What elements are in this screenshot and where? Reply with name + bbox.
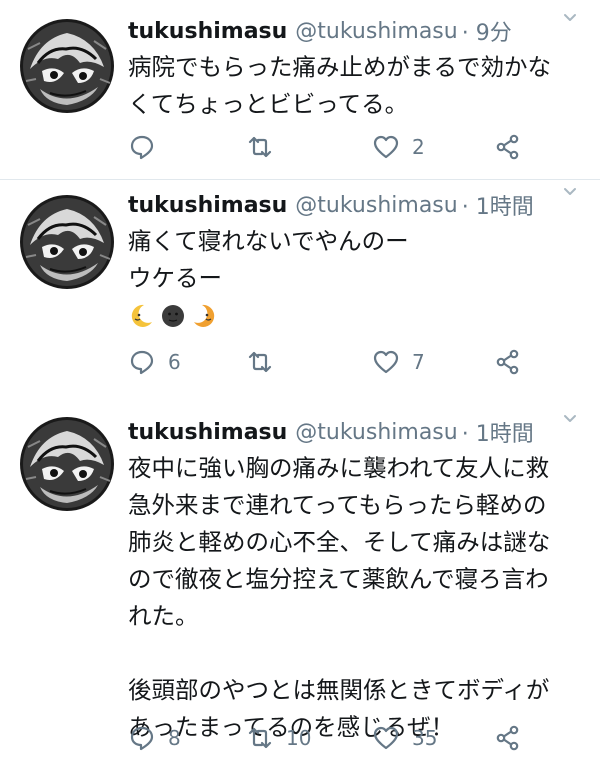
retweet-button[interactable]: 10 [246, 718, 311, 758]
heart-icon [372, 724, 400, 752]
like-button[interactable]: 2 [372, 127, 425, 167]
crescent-moon-face-icon [192, 303, 218, 329]
like-count: 7 [412, 350, 425, 374]
reply-count: 6 [168, 350, 181, 374]
avatar[interactable] [20, 417, 114, 511]
avatar[interactable] [20, 195, 114, 289]
retweet-button[interactable] [246, 342, 286, 382]
reply-icon [128, 133, 156, 161]
tweet-actions: 8 10 35 [128, 718, 548, 758]
username[interactable]: @tukushimasu [295, 19, 457, 44]
share-icon [494, 348, 522, 376]
emoji-row [128, 303, 218, 329]
chevron-down-icon[interactable] [562, 411, 578, 427]
new-moon-face-icon [160, 303, 186, 329]
reply-button[interactable]: 8 [128, 718, 181, 758]
share-icon [494, 133, 522, 161]
tweet-text: 病院でもらった痛み止めがまるで効かな くてちょっとビビってる。 [128, 53, 551, 118]
like-button[interactable]: 7 [372, 342, 425, 382]
tweet[interactable]: tukushimasu @tukushimasu · 9分 病院でもらった痛み止… [0, 0, 600, 179]
reply-icon [128, 348, 156, 376]
retweet-icon [246, 724, 274, 752]
display-name[interactable]: tukushimasu [128, 19, 287, 44]
tweet-text: 夜中に強い胸の痛みに襲われて友人に救 急外来まで連れてってもらったら軽めの 肺炎… [128, 454, 551, 741]
reply-count: 8 [168, 726, 181, 750]
heart-icon [372, 133, 400, 161]
tweet-actions: 6 7 [128, 342, 548, 382]
like-count: 2 [412, 135, 425, 159]
like-count: 35 [412, 726, 438, 750]
crescent-moon-face-icon [128, 303, 154, 329]
tweet[interactable]: tukushimasu @tukushimasu · 1時間 夜中に強い胸の痛み… [0, 394, 600, 770]
retweet-button[interactable] [246, 127, 286, 167]
share-button[interactable] [494, 127, 522, 167]
timestamp[interactable]: · 1時間 [462, 416, 534, 448]
reply-icon [128, 724, 156, 752]
share-button[interactable] [494, 718, 522, 758]
username[interactable]: @tukushimasu [295, 193, 457, 218]
tweet-header: tukushimasu @tukushimasu · 1時間 [128, 188, 578, 222]
timestamp[interactable]: · 9分 [462, 15, 512, 47]
tweet[interactable]: tukushimasu @tukushimasu · 1時間 痛くて寝れないでや… [0, 180, 600, 394]
tweet-header: tukushimasu @tukushimasu · 1時間 [128, 415, 578, 449]
avatar[interactable] [20, 19, 114, 113]
heart-icon [372, 348, 400, 376]
retweet-icon [246, 348, 274, 376]
share-icon [494, 724, 522, 752]
display-name[interactable]: tukushimasu [128, 193, 287, 218]
share-button[interactable] [494, 342, 522, 382]
retweet-icon [246, 133, 274, 161]
username[interactable]: @tukushimasu [295, 420, 457, 445]
tweet-actions: 2 [128, 127, 548, 167]
chevron-down-icon[interactable] [562, 184, 578, 200]
reply-button[interactable] [128, 127, 168, 167]
reply-button[interactable]: 6 [128, 342, 181, 382]
tweet-header: tukushimasu @tukushimasu · 9分 [128, 14, 578, 48]
display-name[interactable]: tukushimasu [128, 420, 287, 445]
retweet-count: 10 [286, 726, 312, 750]
timestamp[interactable]: · 1時間 [462, 189, 534, 221]
tweet-text: 痛くて寝れないでやんのー ウケるー [128, 227, 409, 292]
like-button[interactable]: 35 [372, 718, 437, 758]
chevron-down-icon[interactable] [562, 10, 578, 26]
